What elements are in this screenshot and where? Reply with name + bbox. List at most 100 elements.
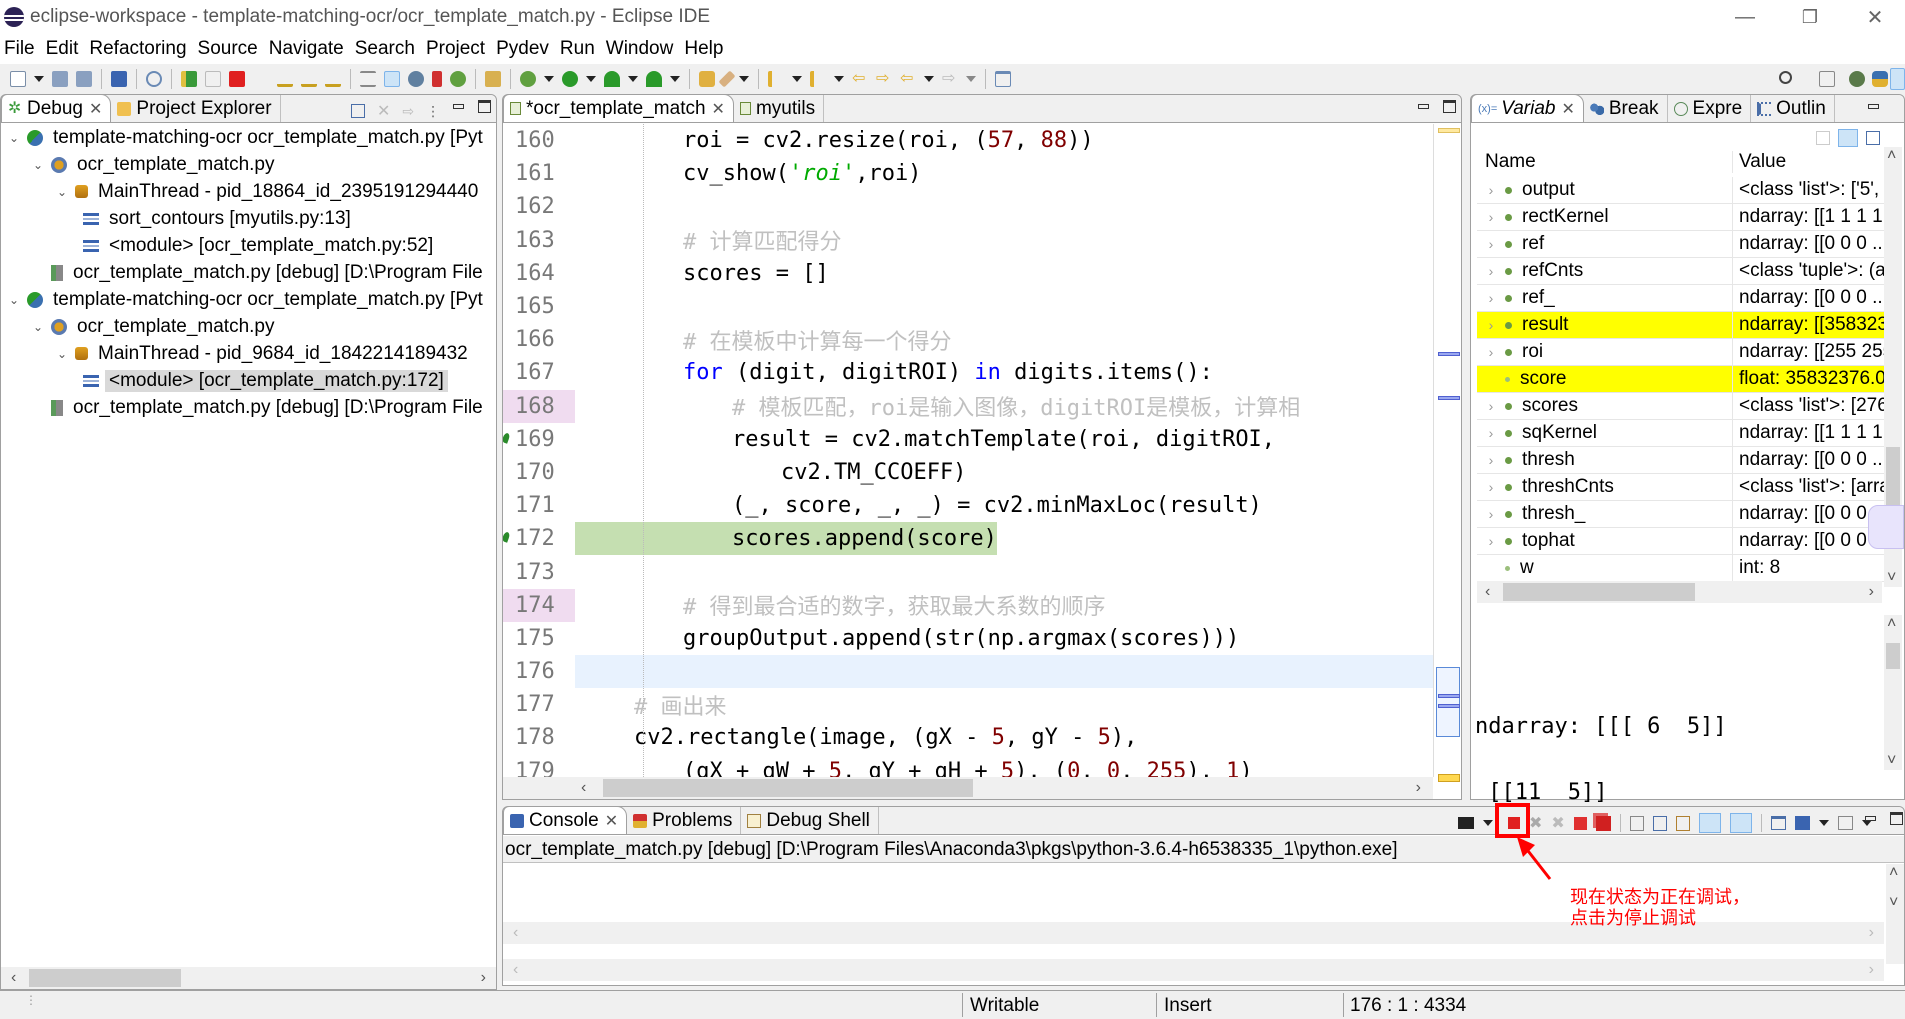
variable-row[interactable]: › threshCnts <class 'list'>: [arra [1477,474,1897,501]
debug-tree-item[interactable]: ⌄ ocr_template_match.py [1,151,496,178]
step-over-icon[interactable] [301,71,317,87]
variable-row[interactable]: › sqKernel ndarray: [[1 1 1 1 [1477,420,1897,447]
line-number[interactable]: 165 [503,290,575,323]
open-console-dropdown-icon[interactable] [1483,820,1493,826]
show-type-names-icon[interactable] [1816,131,1830,145]
scroll-up-icon[interactable]: ˄ [1887,147,1896,165]
chevron-right-icon[interactable]: › [1477,263,1505,279]
variable-row[interactable]: › ref ndarray: [[0 0 0 ... [1477,231,1897,258]
menu-search[interactable]: Search [355,38,415,60]
tab-myutils[interactable]: myutils [734,95,825,122]
overview-ruler[interactable] [1433,124,1461,782]
chevron-right-icon[interactable]: › [1477,209,1505,225]
scroll-up-icon[interactable]: ˄ [1889,864,1898,882]
tab-variables[interactable]: (x)= Variab ✕ [1471,94,1584,122]
line-number[interactable]: 170 [503,456,575,489]
chevron-right-icon[interactable]: › [1477,533,1505,549]
open-perspective-icon[interactable] [1819,71,1835,87]
step-return-icon[interactable] [325,71,341,87]
floating-assistant-icon[interactable] [1868,505,1904,549]
chevron-right-icon[interactable]: › [1477,290,1505,306]
line-number[interactable]: 166 [503,323,575,356]
scroll-left-icon[interactable]: ‹ [11,969,16,987]
collapse-all-icon[interactable] [1866,131,1880,145]
new-console-icon[interactable] [1837,816,1853,830]
line-number[interactable]: 167 [503,356,575,389]
scroll-left-icon[interactable]: ‹ [1485,583,1490,601]
tab-debug-shell[interactable]: Debug Shell [741,807,879,834]
chevron-right-icon[interactable]: › [1477,182,1505,198]
variable-row[interactable]: › rectKernel ndarray: [[1 1 1 1 [1477,204,1897,231]
forward-dropdown-icon[interactable] [966,76,976,82]
menu-navigate[interactable]: Navigate [269,38,344,60]
external-tools-icon[interactable] [646,71,662,87]
maximize-view-icon[interactable] [478,100,491,113]
chevron-down-icon[interactable]: ⌄ [7,293,21,307]
step-link-icon[interactable]: ⇨ [402,103,414,120]
scroll-down-icon[interactable]: ˅ [1887,752,1896,770]
menu-help[interactable]: Help [684,38,723,60]
variable-row[interactable]: › scores <class 'list'>: [276 [1477,393,1897,420]
scroll-thumb[interactable] [1503,583,1695,601]
debug-hscroll[interactable]: ‹ › [1,967,496,989]
line-number[interactable]: 174 [503,588,575,622]
variable-row[interactable]: › thresh ndarray: [[0 0 0 ... [1477,447,1897,474]
terminate-icon[interactable] [229,71,245,87]
show-on-stderr-icon[interactable] [1729,813,1752,833]
pydev-perspective-icon[interactable] [1849,71,1865,87]
tab-breakpoints[interactable]: Break [1584,95,1668,122]
close-tab-icon[interactable]: ✕ [1561,99,1574,119]
debug-tree-item[interactable]: <module> [ocr_template_match.py:172] [1,367,496,394]
line-number[interactable]: 163 [503,224,575,257]
new-dropdown-icon[interactable] [34,76,44,82]
line-number[interactable]: 164 [503,257,575,290]
tab-ocr-template-match[interactable]: *ocr_template_match ✕ [503,94,734,122]
menu-pydev[interactable]: Pydev [496,38,549,60]
console-hscroll-2[interactable]: ‹ › [503,959,1884,981]
tab-console[interactable]: Console ✕ [503,806,628,834]
variable-row[interactable]: w int: 8 [1477,555,1897,582]
coverage-icon[interactable] [485,71,501,87]
line-number[interactable]: 177 [503,688,575,721]
terminate-relaunch-icon[interactable] [1573,816,1587,830]
menu-project[interactable]: Project [426,38,485,60]
forward-edit-icon[interactable]: ⇨ [876,71,892,87]
tab-debug[interactable]: ✲ Debug ✕ [1,94,112,122]
show-on-stdout-icon[interactable] [1698,813,1721,833]
scroll-right-icon[interactable]: › [1869,924,1874,942]
variables-hscroll[interactable]: ‹ › [1477,581,1882,603]
remove-terminated-icon[interactable]: ✕ [377,101,390,121]
menu-source[interactable]: Source [198,38,258,60]
step-into-icon[interactable] [277,71,293,87]
debug-tree-item[interactable]: ocr_template_match.py [debug] [D:\Progra… [1,394,496,421]
pin-console-icon[interactable] [1770,816,1786,830]
close-tab-icon[interactable]: ✕ [712,99,725,119]
scroll-right-icon[interactable]: › [481,969,486,987]
use-step-filters-icon[interactable] [384,71,400,87]
close-button[interactable]: ✕ [1845,0,1905,34]
column-value[interactable]: Value [1733,151,1786,173]
line-number[interactable]: 161 [503,157,575,190]
next-annotation-icon[interactable] [768,71,784,87]
minimize-button[interactable]: — [1715,0,1775,34]
save-all-icon[interactable] [76,71,92,87]
back-dropdown-icon[interactable] [924,76,934,82]
chevron-down-icon[interactable]: ⌄ [7,131,21,145]
prev-annotation-dropdown-icon[interactable] [834,76,844,82]
pin-icon[interactable] [995,71,1011,87]
link-icon[interactable] [408,71,424,87]
variable-row[interactable]: › result ndarray: [[358323 [1477,312,1897,339]
pen-icon[interactable] [718,70,736,88]
scroll-left-icon[interactable]: ‹ [581,779,586,797]
forward-icon[interactable]: ⇨ [942,71,958,87]
remove-all-launches-icon[interactable]: ✖ [1551,813,1564,833]
menu-window[interactable]: Window [606,38,674,60]
debug-perspective-icon[interactable] [1890,68,1905,90]
prev-annotation-icon[interactable] [810,71,826,87]
line-number[interactable]: 173 [503,555,575,588]
line-number[interactable]: 169 [503,423,575,456]
line-number[interactable]: 179 [503,755,575,777]
run-dropdown-icon[interactable] [586,76,596,82]
status-insert-mode[interactable]: Insert [1164,995,1212,1017]
scroll-down-icon[interactable]: ˅ [1889,894,1898,912]
